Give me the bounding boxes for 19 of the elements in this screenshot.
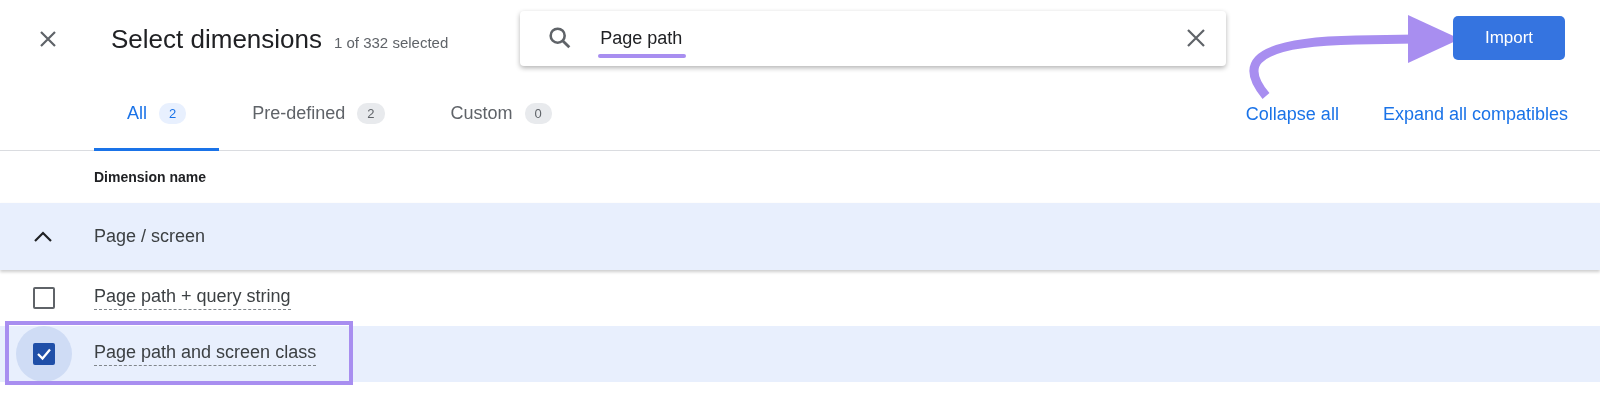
count-badge: 0 (524, 102, 552, 124)
dialog-title: Select dimensions (111, 23, 322, 55)
text-link[interactable]: Expand all compatibles (1382, 103, 1568, 125)
dimension-label: Page path + query string (94, 286, 291, 310)
checkbox[interactable] (33, 287, 55, 309)
tab[interactable]: Custom 0 (417, 78, 585, 151)
count-badge: 2 (357, 102, 385, 124)
group-row[interactable]: Page / screen (0, 203, 1600, 270)
dimension-label: Page path and screen class (94, 342, 317, 366)
selection-count: 1 of 332 selected (334, 33, 449, 51)
count-badge: 2 (159, 102, 187, 124)
checkbox[interactable] (33, 343, 55, 365)
text-link[interactable]: Collapse all (1245, 103, 1339, 125)
group-label: Page / screen (94, 226, 206, 247)
tab[interactable]: Pre-defined 2 (219, 78, 418, 151)
import-button[interactable]: Import (1453, 16, 1565, 60)
tab[interactable]: All 2 (94, 78, 220, 151)
search-field[interactable]: Page path (600, 24, 1185, 52)
column-header: Dimension name (94, 169, 207, 185)
